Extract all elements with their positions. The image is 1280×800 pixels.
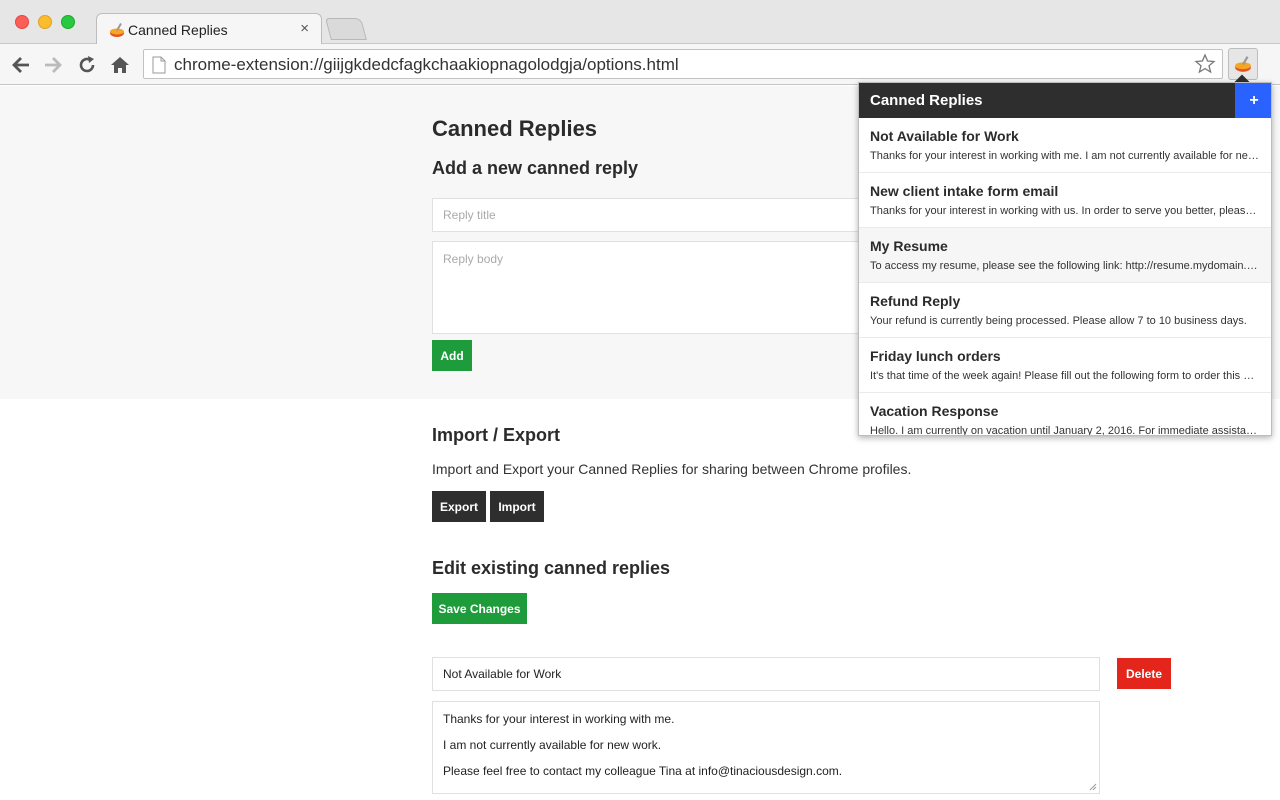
import-export-description: Import and Export your Canned Replies fo… [432,461,912,477]
existing-reply-title-input[interactable] [432,657,1100,691]
existing-reply-body-line: I am not currently available for new wor… [443,738,662,752]
window-zoom-button[interactable] [61,15,75,29]
popup-reply-list: Not Available for Work Thanks for your i… [859,118,1271,436]
page-title: Canned Replies [432,116,598,141]
reload-icon[interactable] [76,54,98,76]
forward-arrow-icon[interactable] [42,54,64,76]
page-icon [152,56,166,74]
browser-tab[interactable]: Canned Replies × [96,13,322,45]
import-button[interactable]: Import [490,491,544,522]
popup-reply-item[interactable]: Vacation Response Hello. I am currently … [859,393,1271,436]
popup-reply-item[interactable]: Not Available for Work Thanks for your i… [859,118,1271,173]
popup-reply-title: Not Available for Work [870,128,1019,144]
delete-button[interactable]: Delete [1117,658,1171,689]
edit-replies-heading: Edit existing canned replies [432,558,671,578]
import-export-heading: Import / Export [432,425,561,445]
popup-reply-item[interactable]: My Resume To access my resume, please se… [859,228,1271,283]
home-icon[interactable] [109,54,131,76]
popup-reply-preview: Your refund is currently being processed… [870,315,1247,327]
popup-reply-title: New client intake form email [870,183,1059,199]
canned-replies-popup: Canned Replies + Not Available for Work … [858,82,1272,436]
popup-add-button[interactable]: + [1235,83,1271,118]
canned-replies-extension-icon [1235,56,1251,72]
popup-reply-preview: To access my resume, please see the foll… [870,260,1260,272]
popup-reply-item[interactable]: Friday lunch orders It's that time of th… [859,338,1271,393]
canned-replies-favicon-icon [110,23,124,37]
popup-header: Canned Replies + [859,83,1271,118]
existing-reply-body-line: Please feel free to contact my colleague… [443,764,843,778]
popup-reply-preview: It's that time of the week again! Please… [870,370,1260,382]
reply-body-input[interactable] [432,241,872,334]
star-icon[interactable] [1194,53,1216,75]
popup-reply-preview: Thanks for your interest in working with… [870,205,1260,217]
add-button[interactable]: Add [432,340,472,371]
address-bar[interactable]: chrome-extension://giijgkdedcfagkchaakio… [143,49,1223,79]
popup-reply-item[interactable]: New client intake form email Thanks for … [859,173,1271,228]
tab-close-icon[interactable]: × [300,20,309,37]
popup-reply-title: Refund Reply [870,293,961,309]
export-button[interactable]: Export [432,491,486,522]
save-changes-button[interactable]: Save Changes [432,593,527,624]
tab-strip: Canned Replies × [0,0,1280,45]
browser-toolbar: chrome-extension://giijgkdedcfagkchaakio… [0,44,1280,85]
popup-reply-preview: Thanks for your interest in working with… [870,150,1260,162]
url-text[interactable]: chrome-extension://giijgkdedcfagkchaakio… [174,55,679,75]
tab-title: Canned Replies [128,22,228,38]
back-arrow-icon[interactable] [10,54,32,76]
popup-reply-title: My Resume [870,238,948,254]
add-reply-heading: Add a new canned reply [432,158,639,178]
existing-reply-body-input[interactable]: Thanks for your interest in working with… [432,701,1100,794]
reply-title-input[interactable] [432,198,872,232]
resize-grip-icon[interactable] [1089,783,1097,791]
window-minimize-button[interactable] [38,15,52,29]
popup-reply-preview: Hello. I am currently on vacation until … [870,425,1260,436]
existing-reply-body-line: Thanks for your interest in working with… [443,712,675,726]
new-tab-button[interactable] [325,18,367,40]
popup-reply-title: Friday lunch orders [870,348,1001,364]
popup-reply-title: Vacation Response [870,403,999,419]
popup-title: Canned Replies [870,92,983,109]
popup-reply-item[interactable]: Refund Reply Your refund is currently be… [859,283,1271,338]
window-close-button[interactable] [15,15,29,29]
